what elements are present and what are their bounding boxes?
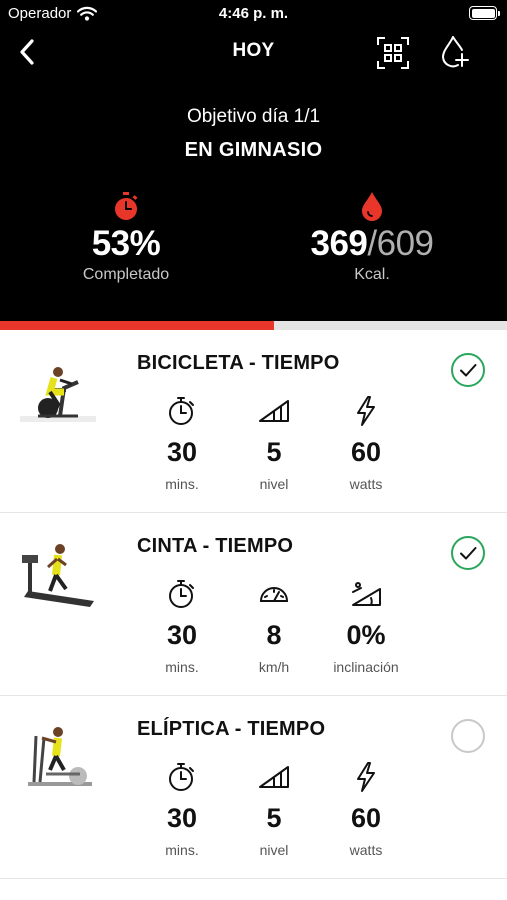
exercise-title: BICICLETA - TIEMPO — [137, 352, 340, 374]
nav-bar: HOY — [0, 30, 507, 74]
treadmill-icon — [20, 541, 96, 613]
page-title: HOY — [232, 40, 275, 61]
kcal-stat: 369/609 Kcal. — [272, 190, 472, 284]
add-drop-icon[interactable] — [438, 34, 472, 70]
metric-value: 0% — [346, 620, 386, 650]
exercise-card[interactable]: BICICLETA - TIEMPO 30 mins. 5 nivel 60 watts — [0, 330, 507, 513]
incline-icon — [349, 577, 383, 611]
metric-unit: nivel — [259, 842, 289, 858]
completed-stat: 53% Completado — [26, 190, 226, 284]
metric-unit: mins. — [165, 476, 199, 492]
metric-column: 60 watts — [316, 394, 416, 492]
exercise-card[interactable]: CINTA - TIEMPO 30 mins. 8 km/h 0% inclinación — [0, 513, 507, 696]
metric-value: 60 — [350, 437, 382, 467]
kcal-current: 369 — [310, 224, 368, 263]
metric-unit: nivel — [259, 476, 289, 492]
metric-column: 30 mins. — [132, 760, 232, 858]
qr-scan-icon[interactable] — [376, 36, 410, 70]
goal-subtitle: Objetivo día 1/1 — [186, 106, 321, 127]
stopwatch-icon — [165, 760, 199, 794]
level-icon — [257, 394, 291, 428]
metric-column: 60 watts — [316, 760, 416, 858]
kcal-value: 369/609 — [272, 224, 472, 264]
exercise-title: CINTA - TIEMPO — [137, 535, 294, 557]
metric-value: 5 — [266, 437, 282, 467]
kcal-label: Kcal. — [354, 266, 390, 283]
stopwatch-icon — [165, 394, 199, 428]
drop-icon — [362, 192, 382, 221]
progress-track — [0, 321, 507, 330]
completed-value: 53% — [91, 224, 161, 263]
metric-value: 5 — [266, 803, 282, 833]
header-panel: Operador 4:46 p. m. HOY Objetivo día 1/1… — [0, 0, 507, 321]
metric-value: 30 — [166, 620, 198, 650]
metric-unit: inclinación — [333, 659, 399, 675]
stopwatch-icon — [115, 192, 138, 220]
goal-title: EN GIMNASIO — [184, 139, 323, 161]
status-bar: Operador 4:46 p. m. — [0, 0, 507, 28]
metric-column: 5 nivel — [224, 760, 324, 858]
exercise-card[interactable]: ELÍPTICA - TIEMPO 30 mins. 5 nivel 60 watts — [0, 696, 507, 879]
metric-unit: watts — [349, 842, 383, 858]
exercise-title: ELÍPTICA - TIEMPO — [137, 718, 326, 740]
metric-value: 60 — [350, 803, 382, 833]
lightning-icon — [349, 760, 383, 794]
check-circle-icon[interactable] — [450, 352, 486, 388]
metric-unit: km/h — [258, 659, 290, 675]
speedometer-icon — [257, 577, 291, 611]
metric-unit: mins. — [165, 659, 199, 675]
metric-column: 8 km/h — [224, 577, 324, 675]
metric-value: 30 — [166, 803, 198, 833]
bike-icon — [20, 358, 96, 430]
metric-unit: watts — [349, 476, 383, 492]
metric-column: 30 mins. — [132, 394, 232, 492]
metric-value: 30 — [166, 437, 198, 467]
check-circle-icon[interactable] — [450, 535, 486, 571]
progress-fill — [0, 321, 274, 330]
elliptical-icon — [20, 724, 96, 796]
empty-circle-icon[interactable] — [450, 718, 486, 754]
lightning-icon — [349, 394, 383, 428]
metric-column: 5 nivel — [224, 394, 324, 492]
level-icon — [257, 760, 291, 794]
battery-icon — [469, 6, 500, 20]
metric-column: 0% inclinación — [316, 577, 416, 675]
clock: 4:46 p. m. — [218, 5, 289, 22]
kcal-total: /609 — [367, 224, 434, 263]
exercise-list: BICICLETA - TIEMPO 30 mins. 5 nivel 60 watts CI… — [0, 330, 507, 879]
completed-label: Completado — [82, 266, 170, 283]
stopwatch-icon — [165, 577, 199, 611]
metric-value: 8 — [266, 620, 282, 650]
metric-column: 30 mins. — [132, 577, 232, 675]
metric-unit: mins. — [165, 842, 199, 858]
